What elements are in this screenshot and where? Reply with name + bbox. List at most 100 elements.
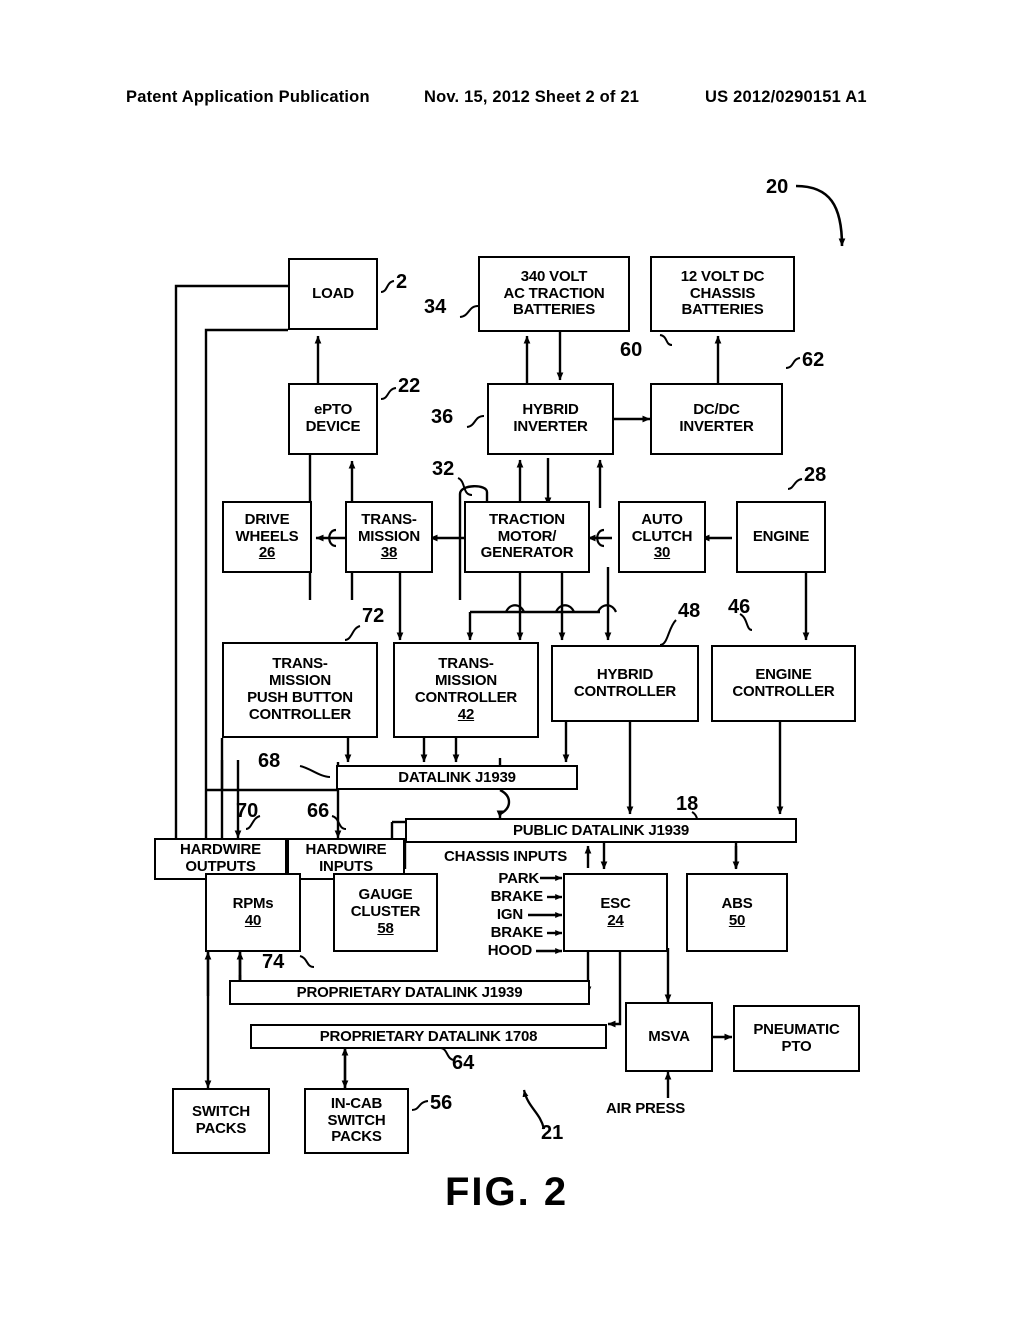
box-dc-batteries-line-1: CHASSIS (689, 284, 756, 302)
box-rpms[interactable]: RPMs 40 (205, 873, 301, 952)
box-engine-ctrl-line-1: CONTROLLER (732, 682, 835, 700)
box-tpb-line-1: MISSION (269, 672, 331, 690)
box-esc[interactable]: ESC 24 (563, 873, 668, 952)
label-air-press: AIR PRESS (606, 1100, 686, 1117)
box-dcdc-inverter-line-1: INVERTER (679, 418, 754, 435)
box-epto-device[interactable]: ePTO DEVICE (288, 383, 378, 455)
bar-proprietary-j1939-label: PROPRIETARY DATALINK J1939 (296, 984, 523, 1001)
ref-36: 36 (431, 406, 454, 428)
box-transmission-line-0: TRANS- (361, 510, 417, 528)
label-park: PARK (498, 870, 539, 887)
box-engine-line-0: ENGINE (752, 527, 810, 545)
ref-18: 18 (676, 793, 699, 815)
box-load-line-0: LOAD (312, 284, 354, 302)
box-dc-batteries-line-0: 12 VOLT DC (680, 267, 765, 285)
box-esc-num: 24 (607, 911, 624, 929)
figure-label: FIG. 2 (445, 1170, 569, 1214)
box-traction-motor-line-1: MOTOR/ (497, 527, 557, 545)
box-abs-line-0: ABS (721, 894, 753, 912)
box-dcdc-inverter-line-0: DC/DC (693, 401, 740, 419)
box-gauge-line-0: GAUGE (358, 886, 413, 904)
box-switch-packs-line-1: PACKS (195, 1120, 247, 1137)
box-abs[interactable]: ABS 50 (686, 873, 788, 952)
box-auto-clutch[interactable]: AUTO CLUTCH 30 (618, 501, 706, 573)
ref-74: 74 (262, 951, 285, 973)
bar-proprietary-datalink-1708[interactable]: PROPRIETARY DATALINK 1708 (250, 1024, 607, 1049)
box-incab-line-1: SWITCH (327, 1111, 386, 1129)
box-trans-ctrl-line-0: TRANS- (438, 655, 494, 673)
box-epto-line-0: ePTO (313, 401, 353, 419)
box-msva[interactable]: MSVA (625, 1002, 713, 1072)
box-incab-line-0: IN-CAB (330, 1094, 383, 1112)
box-transmission[interactable]: TRANS- MISSION 38 (345, 501, 433, 573)
box-auto-clutch-num: 30 (653, 544, 671, 562)
box-pneumatic-pto-line-0: PNEUMATIC (753, 1020, 840, 1038)
box-hybrid-ctrl-line-1: CONTROLLER (573, 682, 677, 700)
label-brake-2: BRAKE (490, 924, 544, 941)
box-abs-num: 50 (728, 911, 746, 929)
ref-64: 64 (452, 1052, 475, 1074)
box-tpb-line-2: PUSH BUTTON (247, 689, 353, 706)
bar-datalink-j1939[interactable]: DATALINK J1939 (336, 765, 578, 790)
box-tpb-line-0: TRANS- (272, 655, 328, 673)
box-auto-clutch-line-0: AUTO (641, 510, 683, 528)
box-esc-line-0: ESC (600, 894, 631, 912)
ref-32: 32 (432, 458, 455, 480)
ref-22: 22 (398, 375, 421, 397)
box-traction-motor-line-0: TRACTION (489, 510, 565, 528)
box-gauge-num: 58 (377, 919, 394, 937)
ref-20: 20 (766, 176, 789, 198)
label-ign: IGN (496, 906, 523, 923)
box-load[interactable]: LOAD (288, 258, 378, 330)
box-hybrid-inverter[interactable]: HYBRID INVERTER (487, 383, 614, 455)
ref-34: 34 (424, 296, 447, 318)
patent-figure-page: Patent Application Publication Nov. 15, … (0, 0, 1024, 1320)
box-tpb-line-3: CONTROLLER (248, 705, 352, 723)
box-traction-motor-line-2: GENERATOR (480, 544, 574, 562)
box-transmission-line-1: MISSION (358, 527, 420, 545)
box-ac-batteries-line-0: 340 VOLT (520, 267, 588, 285)
box-engine-controller[interactable]: ENGINE CONTROLLER (711, 645, 856, 722)
box-ac-batteries-line-2: BATTERIES (512, 301, 596, 319)
ref-56: 56 (430, 1092, 453, 1114)
box-engine[interactable]: ENGINE (736, 501, 826, 573)
ref-60: 60 (620, 339, 643, 361)
box-switch-packs[interactable]: SWITCH PACKS (172, 1088, 270, 1154)
box-pneumatic-pto[interactable]: PNEUMATIC PTO (733, 1005, 860, 1072)
box-transmission-push-button-controller[interactable]: TRANS- MISSION PUSH BUTTON CONTROLLER (222, 642, 378, 738)
box-transmission-controller[interactable]: TRANS- MISSION CONTROLLER 42 (393, 642, 539, 738)
box-incab-line-2: PACKS (331, 1128, 382, 1146)
box-rpms-num: 40 (244, 911, 262, 929)
bar-datalink-j1939-label: DATALINK J1939 (398, 769, 516, 786)
box-drive-wheels-line-1: WHEELS (235, 527, 299, 545)
box-trans-ctrl-line-1: MISSION (435, 672, 497, 690)
bar-public-datalink-j1939[interactable]: PUBLIC DATALINK J1939 (405, 818, 797, 843)
ref-46: 46 (728, 596, 751, 618)
box-drive-wheels-num: 26 (258, 544, 276, 562)
box-pneumatic-pto-line-1: PTO (781, 1037, 812, 1055)
box-auto-clutch-line-1: CLUTCH (631, 527, 693, 545)
box-ac-batteries-line-1: AC TRACTION (503, 284, 605, 302)
box-hybrid-controller[interactable]: HYBRID CONTROLLER (551, 645, 699, 722)
box-gauge-cluster[interactable]: GAUGE CLUSTER 58 (333, 873, 438, 952)
box-rpms-line-0: RPMs (232, 894, 274, 912)
bar-proprietary-datalink-j1939[interactable]: PROPRIETARY DATALINK J1939 (229, 980, 590, 1005)
box-hw-in-line-0: HARDWIRE (305, 841, 387, 859)
box-dcdc-inverter[interactable]: DC/DC INVERTER (650, 383, 783, 455)
ref-48: 48 (678, 600, 701, 622)
ref-28: 28 (804, 464, 827, 486)
box-ac-traction-batteries[interactable]: 340 VOLT AC TRACTION BATTERIES (478, 256, 630, 332)
ref-66: 66 (307, 800, 330, 822)
bar-proprietary-1708-label: PROPRIETARY DATALINK 1708 (319, 1028, 538, 1045)
box-gauge-line-1: CLUSTER (350, 903, 421, 921)
box-in-cab-switch-packs[interactable]: IN-CAB SWITCH PACKS (304, 1088, 409, 1154)
box-drive-wheels[interactable]: DRIVE WHEELS 26 (222, 501, 312, 573)
box-epto-line-1: DEVICE (305, 418, 361, 435)
bar-public-datalink-label: PUBLIC DATALINK J1939 (512, 822, 690, 839)
box-dc-batteries-line-2: BATTERIES (681, 301, 764, 319)
box-dc-chassis-batteries[interactable]: 12 VOLT DC CHASSIS BATTERIES (650, 256, 795, 332)
box-msva-line-0: MSVA (648, 1027, 690, 1045)
ref-70: 70 (236, 800, 259, 822)
box-trans-ctrl-num: 42 (457, 705, 475, 723)
box-traction-motor-generator[interactable]: TRACTION MOTOR/ GENERATOR (464, 501, 590, 573)
